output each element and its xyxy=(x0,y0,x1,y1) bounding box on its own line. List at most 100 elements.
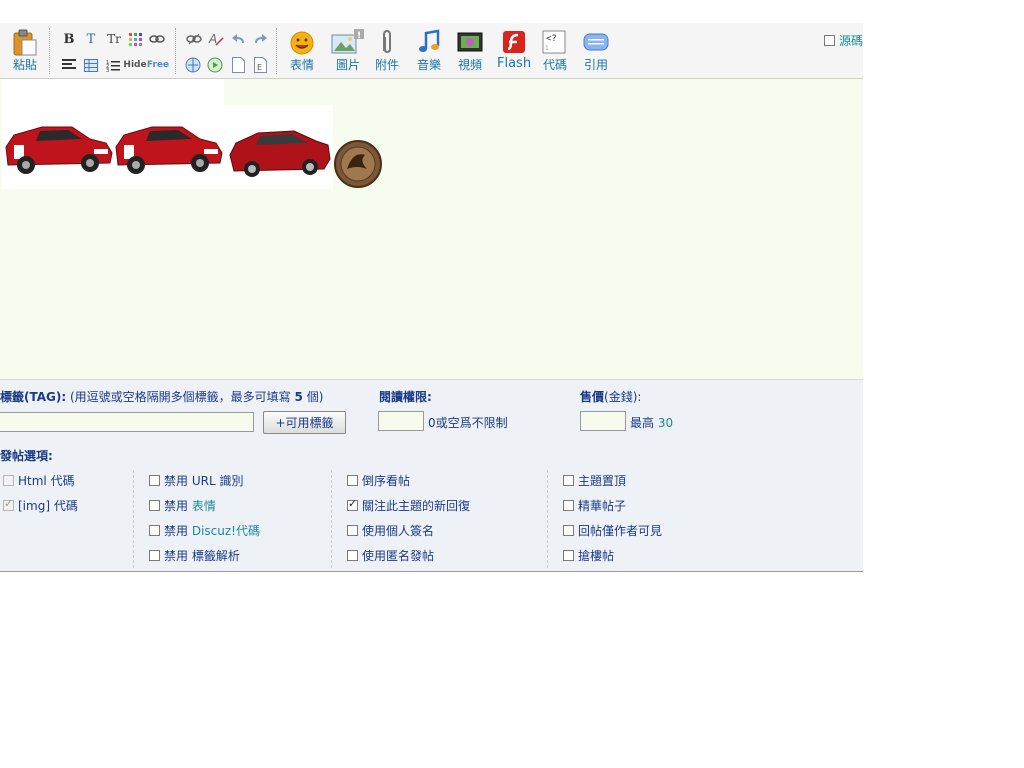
font-size-button[interactable]: Tr xyxy=(104,31,124,47)
media-button[interactable] xyxy=(207,57,223,73)
unlink-icon xyxy=(186,33,202,45)
editor-content[interactable] xyxy=(0,79,863,380)
disable-tag-parse-option[interactable]: 禁用 標籤解析 xyxy=(149,547,240,563)
disable-smilies-checkbox[interactable] xyxy=(149,499,160,511)
tag-hint-count: 5 xyxy=(294,390,303,404)
quote-button[interactable]: 引用 xyxy=(583,29,609,73)
editor-toolbar: 粘貼 B T Tr 1 2 3 Hide Free A E 表情 ! 圖片 附件… xyxy=(0,23,863,79)
html-code-checkbox[interactable] xyxy=(3,474,14,486)
reverse-order-checkbox[interactable] xyxy=(347,474,358,486)
author-only-checkbox[interactable] xyxy=(563,524,574,536)
img-code-option[interactable]: [img] 代碼 xyxy=(3,497,78,513)
use-signature-checkbox[interactable] xyxy=(347,524,358,536)
redo-button[interactable] xyxy=(252,31,268,47)
html-code-option[interactable]: Html 代碼 xyxy=(3,472,75,488)
sticky-checkbox[interactable] xyxy=(563,474,574,486)
floor-grab-option[interactable]: 搶樓帖 xyxy=(563,547,614,563)
use-signature-option[interactable]: 使用個人簽名 xyxy=(347,522,434,538)
undo-button[interactable] xyxy=(231,31,247,47)
disable-tag-parse-checkbox[interactable] xyxy=(149,549,160,561)
bold-button[interactable]: B xyxy=(61,31,77,47)
flash-button[interactable]: Flash xyxy=(497,29,531,71)
music-button[interactable]: 音樂 xyxy=(416,29,442,73)
image-button[interactable]: ! 圖片 xyxy=(331,29,365,73)
hide-button[interactable]: Hide xyxy=(123,57,146,73)
paste-button[interactable]: 粘貼 xyxy=(12,29,38,73)
anonymous-post-option[interactable]: 使用匿名發帖 xyxy=(347,547,434,563)
follow-replies-option[interactable]: 關注此主題的新回復 xyxy=(347,497,470,513)
disable-url-prefix: 禁用 xyxy=(164,473,189,488)
red-rally-car-image-2 xyxy=(115,126,223,174)
price-hint-prefix: 最高 xyxy=(630,416,655,430)
music-label: 音樂 xyxy=(416,58,441,72)
paste-label: 粘貼 xyxy=(12,58,37,72)
floor-grab-checkbox[interactable] xyxy=(563,549,574,561)
font-size-icon: Tr xyxy=(107,32,121,46)
post-options-label: 發帖選項: xyxy=(0,449,53,463)
img-code-checkbox[interactable] xyxy=(3,497,14,511)
source-checkbox[interactable] xyxy=(824,34,835,46)
align-left-icon xyxy=(62,59,76,69)
tag-input[interactable] xyxy=(0,412,254,432)
disable-url-option[interactable]: 禁用 URL 識別 xyxy=(149,472,243,488)
unlink-button[interactable] xyxy=(186,31,202,47)
price-input[interactable] xyxy=(580,411,626,431)
disable-url-checkbox[interactable] xyxy=(149,474,160,486)
page-break-icon: E xyxy=(253,57,267,73)
price-hint: 最高 30 xyxy=(630,414,673,431)
list-button[interactable]: 1 2 3 xyxy=(105,57,121,73)
code-button[interactable]: <? 1 代碼 xyxy=(542,29,568,73)
flash-label: Flash xyxy=(497,56,532,71)
bold-icon: B xyxy=(63,31,75,47)
anonymous-post-label: 使用匿名發帖 xyxy=(362,548,435,563)
smiley-button[interactable]: 表情 xyxy=(289,29,315,73)
floor-grab-label: 搶樓帖 xyxy=(578,548,615,563)
sticky-option[interactable]: 主題置頂 xyxy=(563,472,626,488)
image-label: 圖片 xyxy=(335,58,360,72)
source-toggle[interactable]: 源碼 xyxy=(824,32,863,48)
free-button[interactable]: Free xyxy=(147,57,169,73)
link-icon xyxy=(149,35,165,43)
read-permission-input[interactable] xyxy=(378,411,424,431)
font-color-icon: T xyxy=(86,31,96,47)
price-heading: 售價(金錢): xyxy=(580,388,641,405)
link-button[interactable] xyxy=(149,31,165,47)
red-rally-car-image xyxy=(5,126,113,174)
page-break-button[interactable]: E xyxy=(252,57,268,73)
video-button[interactable]: 視頻 xyxy=(457,29,483,73)
color-grid-button[interactable] xyxy=(127,31,143,47)
tag-hint-suffix: 個) xyxy=(306,390,324,404)
attachment-button[interactable]: 附件 xyxy=(374,29,400,73)
smiley-label: 表情 xyxy=(289,58,314,72)
image-strip xyxy=(2,105,333,189)
page-icon xyxy=(231,57,245,73)
flash-icon xyxy=(501,29,527,55)
digest-option[interactable]: 精華帖子 xyxy=(563,497,626,513)
clear-format-icon: A xyxy=(208,32,224,46)
align-button[interactable] xyxy=(61,57,77,73)
video-icon xyxy=(457,29,483,55)
redo-icon xyxy=(255,34,267,43)
disable-discuz-label: Discuz!代碼 xyxy=(191,523,260,538)
undo-icon xyxy=(232,34,244,43)
font-color-button[interactable]: T xyxy=(83,31,99,47)
insert-link-button[interactable] xyxy=(185,57,201,73)
available-tags-button[interactable]: +可用標籤 xyxy=(263,411,346,434)
table-button[interactable] xyxy=(83,57,99,73)
disable-discuz-checkbox[interactable] xyxy=(149,524,160,536)
new-page-button[interactable] xyxy=(230,57,246,73)
clear-format-button[interactable]: A xyxy=(208,31,224,47)
attachment-label: 附件 xyxy=(374,58,399,72)
author-only-option[interactable]: 回帖僅作者可見 xyxy=(563,522,662,538)
read-permission-label: 閱讀權限: xyxy=(379,390,432,404)
disable-url-label: URL 識別 xyxy=(191,473,244,488)
digest-checkbox[interactable] xyxy=(563,499,574,511)
use-signature-label: 使用個人簽名 xyxy=(362,523,435,538)
disable-tag-parse-prefix: 禁用 xyxy=(164,548,189,563)
disable-smilies-option[interactable]: 禁用 表情 xyxy=(149,497,216,513)
disable-discuz-option[interactable]: 禁用 Discuz!代碼 xyxy=(149,522,260,538)
anonymous-post-checkbox[interactable] xyxy=(347,549,358,561)
reverse-order-option[interactable]: 倒序看帖 xyxy=(347,472,410,488)
follow-replies-checkbox[interactable] xyxy=(347,497,358,511)
code-icon: <? 1 xyxy=(542,29,568,55)
